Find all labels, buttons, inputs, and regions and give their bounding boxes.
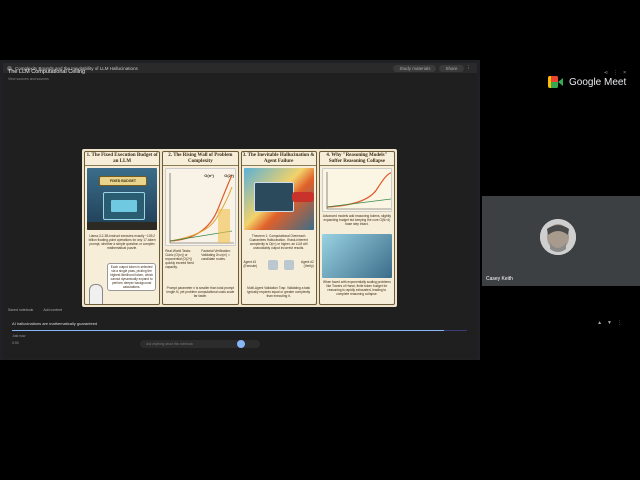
llama-icon (89, 284, 103, 304)
panel-title: 4. Why "Reasoning Models" Suffer Reasoni… (319, 152, 394, 166)
agent-1-label: Agent #1 (Execute) (243, 260, 258, 268)
share-button[interactable]: Share (439, 64, 464, 72)
saved-notebook-link[interactable]: Saved notebook (8, 308, 33, 312)
close-icon[interactable]: × (623, 70, 626, 76)
infographic-slide: 1. The Fixed Execution Budget of an LLM … (82, 149, 397, 307)
panel-text-3: Prompt parameter n is smaller than total… (166, 286, 235, 298)
more-icon[interactable]: ⋮ (613, 70, 618, 76)
share-icon[interactable]: ⋖ (604, 70, 608, 76)
meet-camera-icon (548, 76, 563, 88)
thumbs-up-icon[interactable]: ▲ (597, 320, 602, 326)
collapse-chart (321, 168, 392, 212)
notebook-header: The LLM Computational Ceiling View sourc… (8, 69, 85, 81)
panel-fixed-budget: 1. The Fixed Execution Budget of an LLM … (84, 151, 161, 305)
progress-track[interactable] (12, 330, 467, 331)
panel-text-2: Multi-Agent Validation Trap: Validating … (247, 286, 311, 298)
google-meet-logo: Google Meet (548, 76, 626, 88)
panel-speech-bubble: Each output token is selected via a sing… (107, 263, 157, 291)
notebook-actions: ⋖ ⋮ × (604, 70, 626, 76)
panel-reasoning-collapse: 4. Why "Reasoning Models" Suffer Reasoni… (318, 151, 395, 305)
avatar-image (540, 219, 576, 255)
study-materials-button[interactable]: Study materials (393, 64, 437, 72)
robot-icon (283, 260, 294, 270)
slide-caption-row: Saved notebook Add content (8, 308, 62, 312)
meta-line-1: Just now (12, 334, 26, 338)
budget-badge: FIXED BUDGET (99, 176, 147, 186)
meta-line-2: 0:00 (12, 341, 19, 345)
question-actions: ▲ ▼ ⋮ (597, 320, 622, 326)
send-button[interactable] (237, 340, 245, 348)
formula-label-2: O(2ⁿ) (224, 173, 234, 178)
more-icon[interactable]: ⋮ (617, 320, 622, 326)
progress-fill (12, 330, 445, 331)
complexity-curves (169, 173, 235, 244)
formula-label: O(n³) (204, 173, 214, 178)
panel-complexity-wall: 2. The Rising Wall of Problem Complexity… (162, 151, 239, 305)
participant-name: Casey Keith (486, 276, 513, 282)
explosion-illustration (243, 168, 314, 230)
collapse-illustration (321, 234, 392, 278)
notebook-subtitle[interactable]: View sources and sources (8, 77, 85, 81)
panel-text-2: Factorial Verification: Validating 2n-n(… (201, 249, 231, 261)
panel-text: Real-World Tasks: Cubic (O(n³)) or expon… (165, 249, 194, 269)
warning-icon (291, 192, 314, 202)
notebook-title: The LLM Computational Ceiling (8, 69, 86, 75)
question-line: AI hallucinations are mathematically gua… (12, 321, 98, 326)
add-content-link[interactable]: Add content (43, 308, 62, 312)
meet-brand-label: Google Meet (569, 76, 627, 88)
panel-hallucination: 3. The Inevitable Hallucination & Agent … (240, 151, 317, 305)
robot-icon (267, 260, 278, 270)
more-icon[interactable]: ⋮ (467, 65, 478, 71)
panel-title: 1. The Fixed Execution Budget of an LLM (85, 153, 160, 166)
panel-text: Advanced models add reasoning tokens, sl… (322, 214, 391, 226)
panel-text: Llama-3.2-3B-Instruct executes exactly ~… (88, 234, 156, 250)
panel-text-2: When faced with exponentially scaling pr… (322, 280, 391, 296)
budget-illustration: FIXED BUDGET (87, 168, 158, 230)
thumbs-down-icon[interactable]: ▼ (607, 320, 612, 326)
computer-icon (253, 182, 294, 212)
panel-title: 2. The Rising Wall of Problem Complexity (163, 152, 238, 166)
panel-title: 3. The Inevitable Hallucination & Agent … (241, 153, 316, 166)
agent-2-label: Agent #2 (Verify) (300, 260, 314, 268)
collapse-curve (326, 172, 391, 210)
panel-text: Theorem 1: Computational Overreach Guara… (249, 234, 308, 250)
avatar (540, 219, 576, 255)
complexity-chart: O(n³) O(2ⁿ) (165, 168, 236, 246)
